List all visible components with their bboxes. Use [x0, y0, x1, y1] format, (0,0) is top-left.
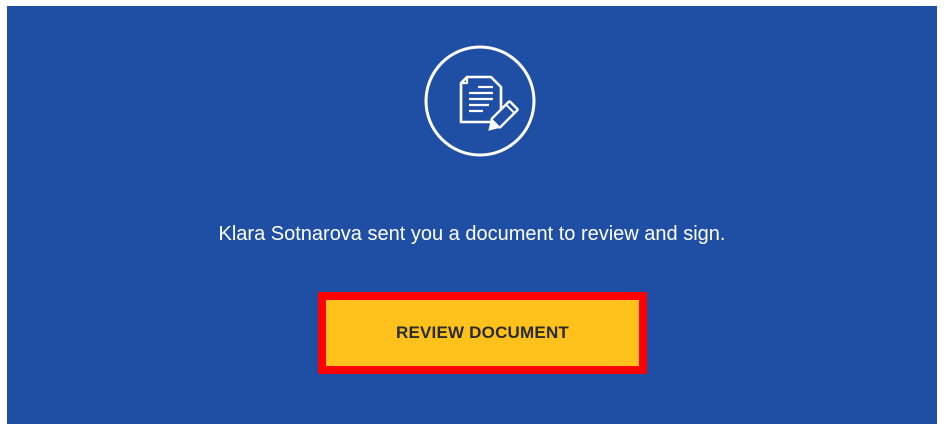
review-document-button[interactable]: REVIEW DOCUMENT: [326, 300, 639, 366]
notification-message: Klara Sotnarova sent you a document to r…: [218, 223, 726, 245]
email-card: Klara Sotnarova sent you a document to r…: [7, 6, 937, 424]
highlight-outline: REVIEW DOCUMENT: [318, 292, 647, 374]
document-sign-icon: [423, 44, 537, 158]
